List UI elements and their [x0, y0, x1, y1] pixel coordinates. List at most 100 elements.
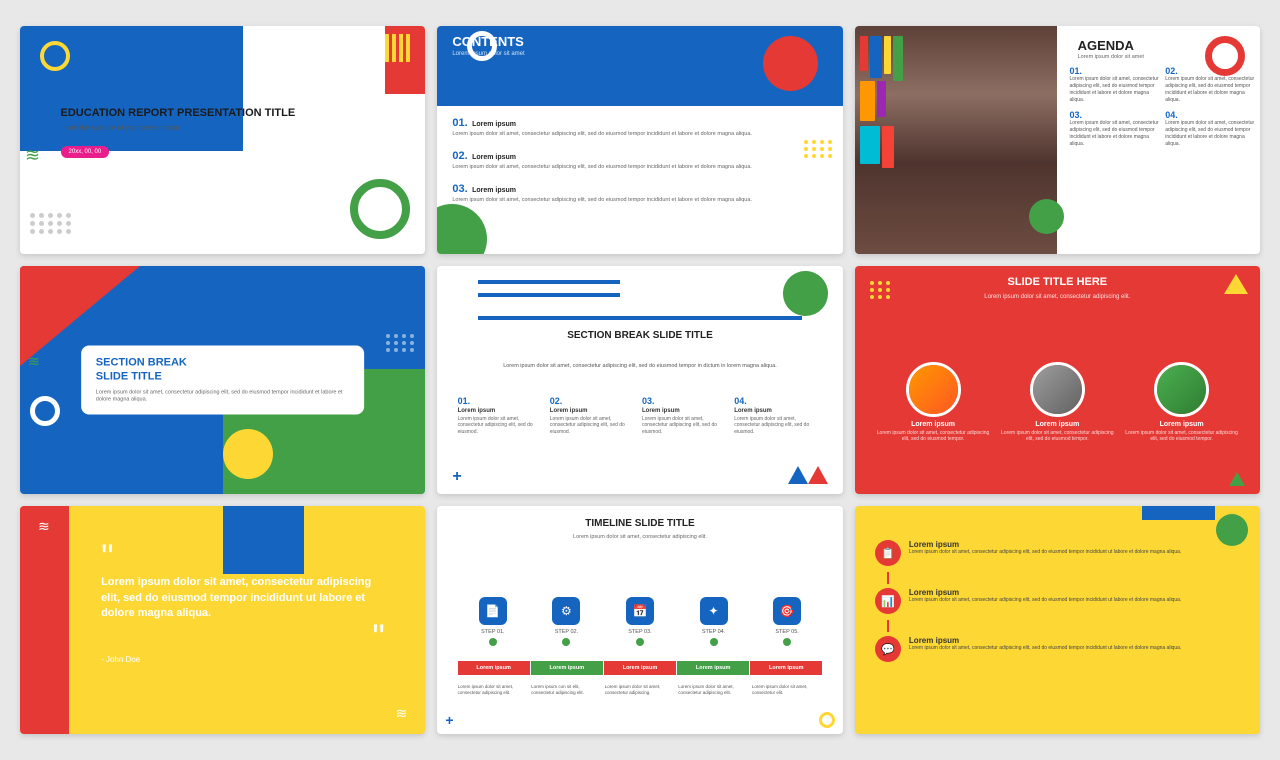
person-1: Lorem ipsum Lorem ipsum dolor sit amet, … — [875, 362, 991, 443]
slide1-button[interactable]: 20xx, 00, 00 — [61, 146, 110, 158]
slide-3: AGENDA Lorem ipsum dolor sit amet 01. Lo… — [855, 26, 1260, 254]
quote-author: - John Doe — [101, 655, 385, 664]
slide-grid: ≋ EDUCATION REPORT PRESENTATION TITLE In… — [20, 26, 1260, 734]
slide-2: CONTENTS Lorem ipsum dolor sit amet 01. … — [437, 26, 842, 254]
white-circle — [215, 206, 255, 246]
step-icon: 📄 — [479, 597, 507, 625]
item-title: Lorem ipsum — [909, 588, 1181, 597]
person-text: Lorem ipsum dolor sit amet, consectetur … — [999, 430, 1115, 443]
blue-bar-3 — [478, 280, 620, 284]
contents-title: CONTENTS — [452, 34, 524, 49]
step-label: STEP 01. — [458, 629, 529, 635]
step-dot — [783, 638, 791, 646]
icon-symbol: 📋 — [881, 547, 895, 560]
icon: 🎯 — [780, 604, 795, 618]
section-item-2: 02. Lorem ipsum Lorem ipsum dolor sit am… — [550, 396, 638, 436]
blue-rectangle — [1142, 506, 1215, 520]
agenda-title: AGENDA — [1078, 38, 1134, 53]
yellow-circle-outline — [40, 41, 70, 71]
step-desc-3: Lorem ipsum dolor sit amet, consectetur … — [605, 684, 676, 696]
step-5: 🎯 STEP 05. — [752, 597, 823, 648]
quote-text: Lorem ipsum dolor sit amet, consectetur … — [101, 575, 385, 621]
item-text: Lorem ipsum dolor sit amet, consectetur … — [909, 597, 1181, 604]
step-descriptions: Lorem ipsum dolor sit amet, consectetur … — [458, 684, 823, 696]
item-num: 03. — [1069, 110, 1159, 120]
step-desc-2: Lorem ipsum con sit elit, consectetur ad… — [531, 684, 602, 696]
person-photo-3 — [1154, 362, 1209, 417]
quote-close: " — [101, 629, 385, 647]
step-2: ⚙ STEP 02. — [531, 597, 602, 648]
item-title: Lorem ipsum — [472, 154, 516, 161]
step-label: STEP 05. — [752, 629, 823, 635]
icon-symbol: 📊 — [881, 595, 895, 608]
agenda-item-3: 03. Lorem ipsum dolor sit amet, consecte… — [1069, 110, 1159, 148]
item-text: Lorem ipsum dolor sit amet, consectetur … — [1165, 76, 1255, 104]
item-text: Lorem ipsum dolor sit amet, consectetur … — [734, 416, 822, 436]
section-subtitle: Lorem ipsum dolor sit amet, consectetur … — [498, 362, 782, 370]
item-icon-1: 📋 — [875, 540, 901, 566]
slide-8: TIMELINE SLIDE TITLE Lorem ipsum dolor s… — [437, 506, 842, 734]
green-circle — [783, 271, 828, 316]
step-4: ✦ STEP 04. — [678, 597, 749, 648]
photo-grid: Lorem ipsum Lorem ipsum dolor sit amet, … — [875, 362, 1240, 443]
pill-5: Lorem ipsum — [750, 661, 822, 675]
icon: 📄 — [485, 604, 500, 618]
zigzag-icon-2: ≋ — [396, 705, 408, 722]
slide-6: SLIDE TITLE HERE Lorem ipsum dolor sit a… — [855, 266, 1260, 494]
icon-symbol: 💬 — [881, 643, 895, 656]
slide1-subtitle: Insert the sub title of your presentatio… — [61, 125, 406, 132]
item-num: 02. — [550, 396, 638, 406]
pill-3: Lorem ipsum — [604, 661, 676, 675]
step-desc-1: Lorem ipsum dolor sit amet, consectetur … — [458, 684, 529, 696]
white-circle-outline — [30, 396, 60, 426]
item-text: Lorem ipsum dolor sit amet, consectetur … — [452, 131, 827, 138]
item-label: Lorem ipsum — [734, 408, 822, 414]
item-num: 04. — [734, 396, 822, 406]
connector-1 — [887, 572, 889, 584]
zigzag-icon: ≋ — [38, 518, 50, 535]
item-icon-3: 💬 — [875, 636, 901, 662]
step-dot — [489, 638, 497, 646]
item-content-2: Lorem ipsum Lorem ipsum dolor sit amet, … — [909, 588, 1181, 604]
slide-1: ≋ EDUCATION REPORT PRESENTATION TITLE In… — [20, 26, 425, 254]
quote-content: " Lorem ipsum dolor sit amet, consectetu… — [101, 540, 385, 664]
agenda-item-4: 04. Lorem ipsum dolor sit amet, consecte… — [1165, 110, 1255, 148]
contents-subtitle: Lorem ipsum dolor sit amet — [452, 51, 524, 57]
item-content-1: Lorem ipsum Lorem ipsum dolor sit amet, … — [909, 540, 1181, 556]
person-label: Lorem ipsum — [999, 421, 1115, 428]
blue-bar-1 — [478, 293, 620, 297]
step-icon: ✦ — [700, 597, 728, 625]
timeline-steps: 📄 STEP 01. ⚙ STEP 02. 📅 STEP 03. ✦ STEP … — [458, 597, 823, 648]
item-title: Lorem ipsum — [472, 121, 516, 128]
item-text: Lorem ipsum dolor sit amet, consectetur … — [458, 416, 546, 436]
slide1-content: EDUCATION REPORT PRESENTATION TITLE Inse… — [61, 106, 406, 158]
pill-4: Lorem ipsum — [677, 661, 749, 675]
item-text: Lorem ipsum dolor sit amet, consectetur … — [1165, 120, 1255, 148]
slide-7: ≋ ≋ " Lorem ipsum dolor sit amet, consec… — [20, 506, 425, 734]
section-item-4: 04. Lorem ipsum Lorem ipsum dolor sit am… — [734, 396, 822, 436]
section-title: SECTION BREAK SLIDE TITLE — [437, 330, 842, 341]
step-dot — [710, 638, 718, 646]
item-title: Lorem ipsum — [909, 636, 1181, 645]
step-desc-4: Lorem ipsum dolor sit amet, consectetur … — [678, 684, 749, 696]
item-text: Lorem ipsum dolor sit amet, consectetur … — [909, 549, 1181, 556]
green-circle — [1029, 199, 1064, 234]
step-dot — [636, 638, 644, 646]
item-num: 04. — [1165, 110, 1255, 120]
agenda-item-2: 02. Lorem ipsum dolor sit amet, consecte… — [1165, 66, 1255, 104]
contents-items: 01. Lorem ipsum Lorem ipsum dolor sit am… — [452, 113, 827, 212]
step-icon: 📅 — [626, 597, 654, 625]
contents-item-2: 02. Lorem ipsum Lorem ipsum dolor sit am… — [452, 146, 827, 171]
blue-triangle — [788, 466, 808, 484]
item-title: Lorem ipsum — [472, 187, 516, 194]
person-text: Lorem ipsum dolor sit amet, consectetur … — [1123, 430, 1239, 443]
connector-2 — [887, 620, 889, 632]
info-item-2: 📊 Lorem ipsum Lorem ipsum dolor sit amet… — [875, 588, 1240, 614]
person-photo-1 — [906, 362, 961, 417]
plus-icon: + — [452, 468, 461, 486]
step-1: 📄 STEP 01. — [458, 597, 529, 648]
step-3: 📅 STEP 03. — [605, 597, 676, 648]
item-num: 01. — [458, 396, 546, 406]
step-desc-5: Lorem ipsum dolor sit amet, consectetur … — [752, 684, 823, 696]
info-item-3: 💬 Lorem ipsum Lorem ipsum dolor sit amet… — [875, 636, 1240, 662]
